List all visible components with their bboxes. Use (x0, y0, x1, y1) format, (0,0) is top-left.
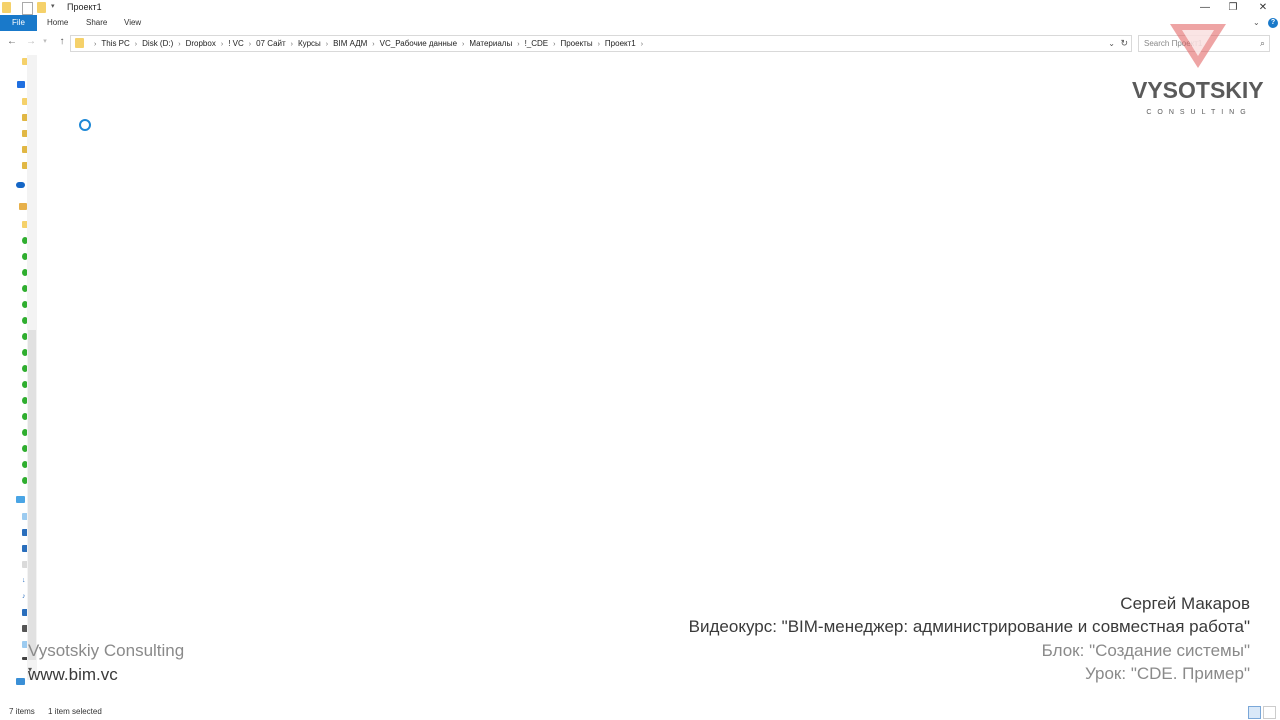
vysotskiy-logo: VYSOTSKIY CONSULTING (1132, 20, 1264, 120)
breadcrumb-item[interactable]: BIM АДМ (333, 39, 367, 48)
details-view-button[interactable] (1248, 706, 1261, 719)
help-icon[interactable]: ? (1268, 18, 1278, 28)
onedrive-icon[interactable] (16, 182, 25, 188)
forward-button[interactable]: → (24, 35, 38, 49)
folder-icon (2, 2, 11, 13)
nav-pane-scroll-thumb[interactable] (28, 330, 36, 660)
breadcrumb-item[interactable]: Проект1 (605, 39, 636, 48)
tab-file[interactable]: File (0, 15, 37, 31)
tab-home[interactable]: Home (47, 15, 68, 31)
breadcrumb-item[interactable]: This PC (101, 39, 129, 48)
breadcrumb-separator-icon[interactable]: › (598, 41, 600, 48)
breadcrumb-separator-icon[interactable]: › (178, 41, 180, 48)
this-pc-icon[interactable] (16, 496, 25, 503)
breadcrumb-separator-icon[interactable]: › (291, 41, 293, 48)
breadcrumb-separator-icon[interactable]: › (221, 41, 223, 48)
network-icon[interactable] (16, 678, 25, 685)
breadcrumb-separator-icon[interactable]: › (372, 41, 374, 48)
website-link: www.bim.vc (28, 665, 118, 684)
author-name: Сергей Макаров (1120, 594, 1250, 613)
breadcrumb-separator-icon[interactable]: › (553, 41, 555, 48)
folder-icon (75, 38, 84, 48)
tab-share[interactable]: Share (86, 15, 107, 31)
block-title: Блок: "Создание системы" (1041, 641, 1250, 660)
logo-name: VYSOTSKIY (1132, 77, 1264, 103)
tab-view[interactable]: View (124, 15, 141, 31)
logo-tagline: CONSULTING (1146, 109, 1252, 116)
breadcrumb-item[interactable]: Материалы (469, 39, 512, 48)
breadcrumb-item[interactable]: 07 Сайт (256, 39, 286, 48)
breadcrumb-separator-icon[interactable]: › (641, 41, 643, 48)
minimize-button[interactable]: — (1190, 0, 1220, 15)
close-button[interactable]: ✕ (1248, 0, 1278, 15)
breadcrumb: › This PC › Disk (D:) › Dropbox › ! VC › 07 Сайт ›… (89, 36, 648, 51)
ribbon: File Home Share View ⌄ ? (0, 15, 1280, 31)
breadcrumb-separator-icon[interactable]: › (94, 41, 96, 48)
breadcrumb-separator-icon[interactable]: › (517, 41, 519, 48)
title-bar: ▾ Проект1 — ❐ ✕ (0, 0, 1280, 15)
breadcrumb-separator-icon[interactable]: › (249, 41, 251, 48)
company-name: Vysotskiy Consulting (28, 641, 185, 660)
recent-locations-button[interactable]: ▾ (38, 35, 52, 49)
loading-cursor-icon (79, 119, 91, 131)
new-folder-icon[interactable] (37, 2, 46, 13)
refresh-icon[interactable]: ↻ (1120, 36, 1128, 51)
dropbox-icon[interactable] (17, 81, 25, 88)
course-title: Видеокурс: "BIM-менеджер: администрирова… (688, 617, 1250, 636)
properties-icon[interactable] (22, 2, 33, 15)
address-bar-row: ← → ▾ ↑ › This PC › Disk (D:) › Dropbox ›! VC ›… (0, 33, 1280, 52)
up-button[interactable]: ↑ (55, 35, 69, 49)
window-title: Проект1 (67, 2, 102, 12)
restore-button[interactable]: ❐ (1218, 0, 1248, 15)
items-count: 7 items (9, 707, 35, 716)
breadcrumb-separator-icon[interactable]: › (462, 41, 464, 48)
address-bar[interactable]: › This PC › Disk (D:) › Dropbox › ! VC › 07 Сайт ›… (70, 35, 1132, 52)
breadcrumb-item[interactable]: VC_Рабочие данные (380, 39, 457, 48)
large-icons-view-button[interactable] (1263, 706, 1276, 719)
breadcrumb-separator-icon[interactable]: › (326, 41, 328, 48)
chevron-down-icon[interactable]: ▾ (51, 2, 55, 13)
breadcrumb-item[interactable]: Dropbox (186, 39, 216, 48)
breadcrumb-item[interactable]: ! VC (228, 39, 244, 48)
logo-triangle-icon (1170, 24, 1226, 68)
breadcrumb-item[interactable]: Курсы (298, 39, 321, 48)
address-dropdown-icon[interactable]: ⌄ (1108, 36, 1115, 51)
breadcrumb-item[interactable]: !_CDE (525, 39, 549, 48)
folder-icon[interactable] (19, 203, 27, 210)
breadcrumb-item[interactable]: Disk (D:) (142, 39, 173, 48)
breadcrumb-separator-icon[interactable]: › (135, 41, 137, 48)
back-button[interactable]: ← (5, 35, 19, 49)
breadcrumb-item[interactable]: Проекты (560, 39, 592, 48)
status-bar: 7 items 1 item selected (0, 704, 1280, 720)
lesson-title: Урок: "CDE. Пример" (1084, 664, 1250, 683)
selection-count: 1 item selected (48, 707, 102, 716)
